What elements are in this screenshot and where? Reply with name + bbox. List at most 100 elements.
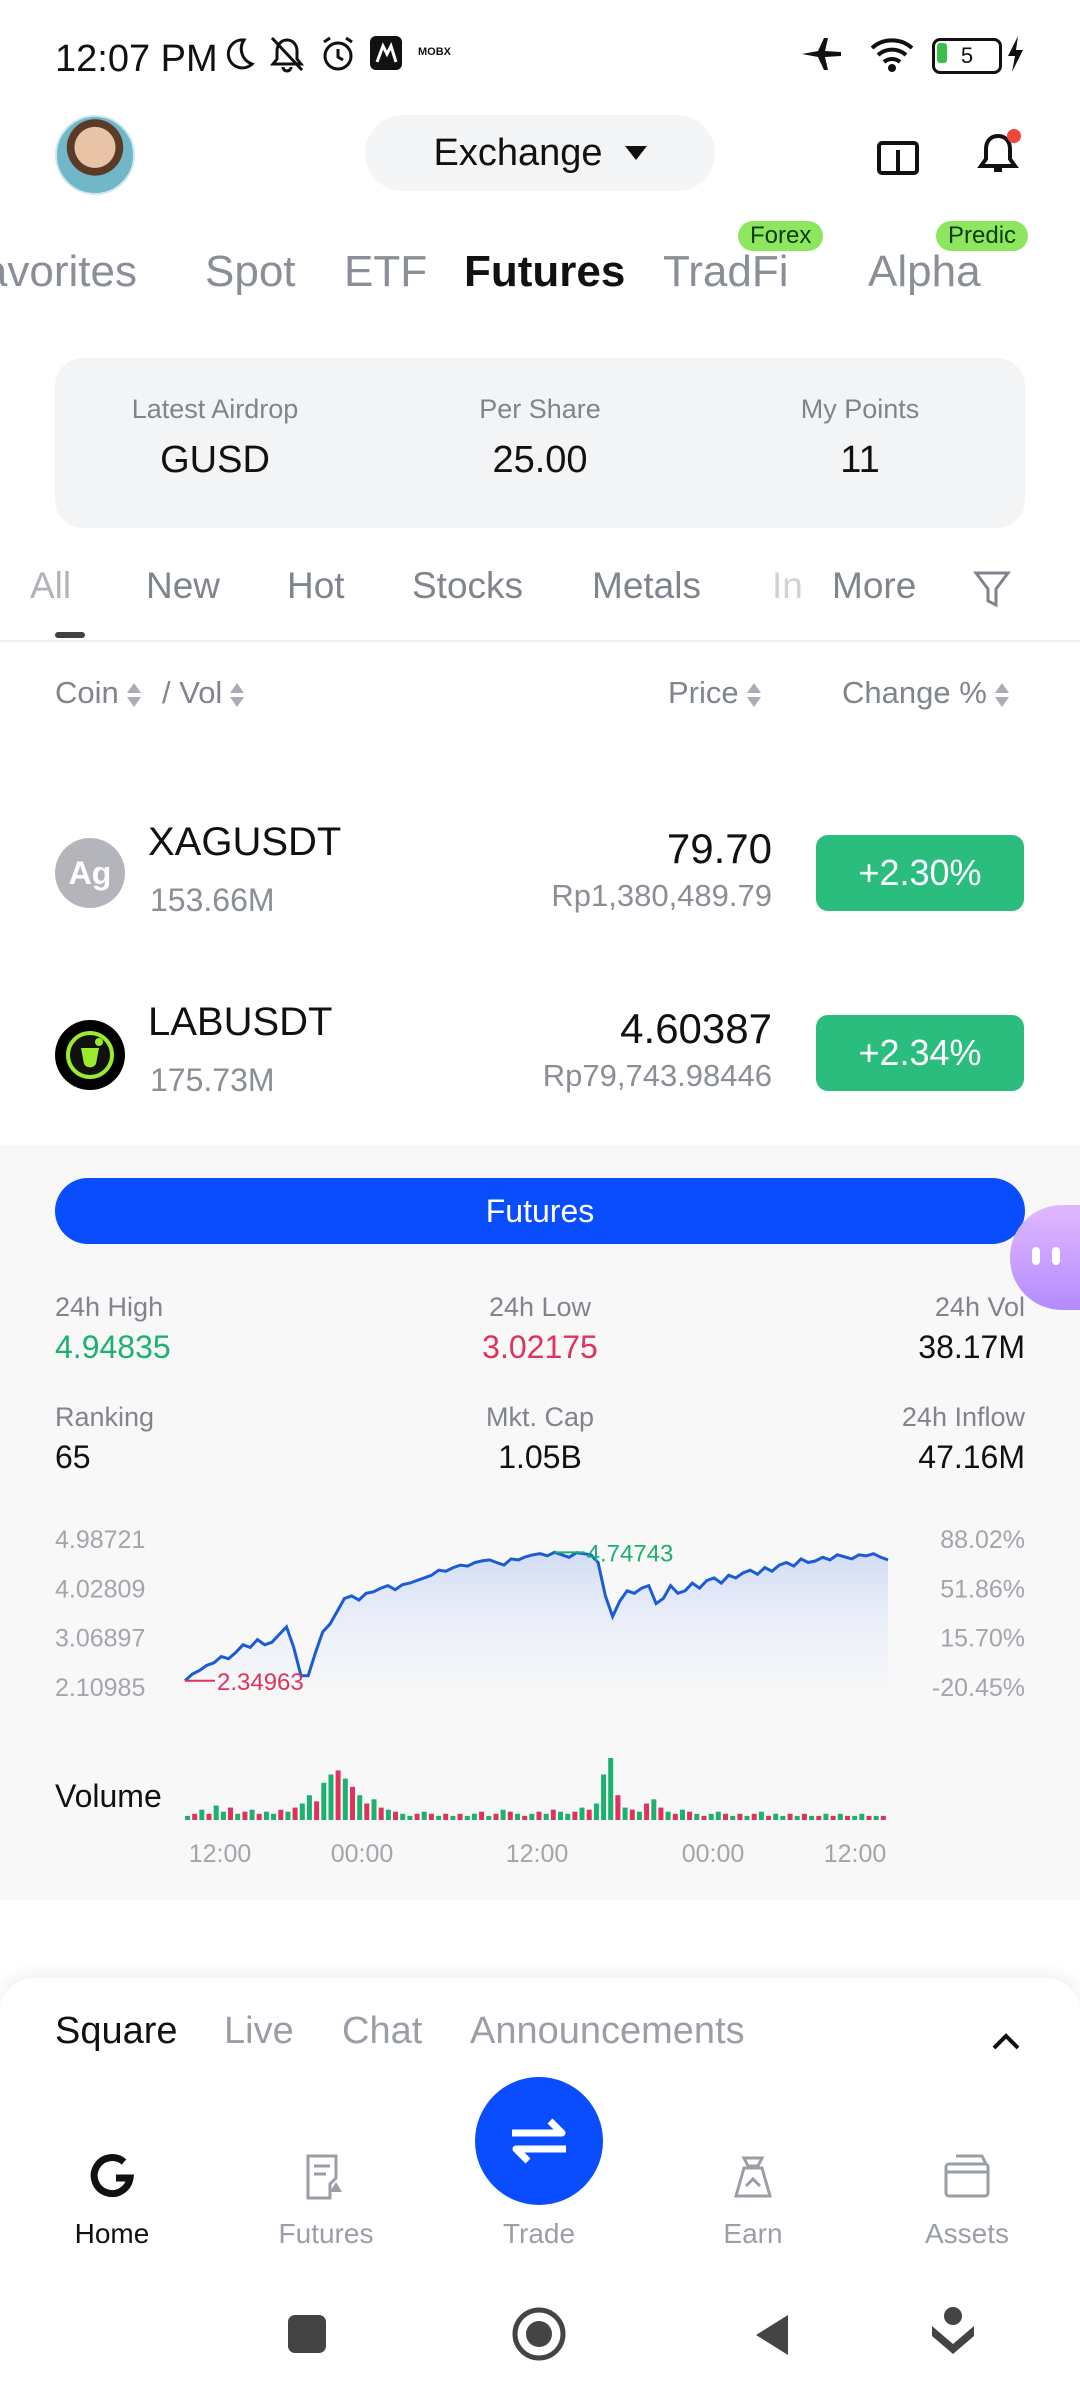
volume-bar (629, 1809, 635, 1820)
nav-futures[interactable]: Futures (246, 2218, 406, 2250)
volume-bar (751, 1813, 757, 1820)
tab-square[interactable]: Square (55, 2010, 178, 2053)
filter-icon[interactable] (972, 567, 1012, 611)
cat-more[interactable]: More (832, 565, 916, 607)
change-badge[interactable]: +2.30% (816, 835, 1024, 911)
per-share: Per Share 25.00 (380, 394, 700, 482)
airplane-icon (802, 38, 841, 70)
back-icon[interactable] (752, 2312, 792, 2358)
chevron-up-icon[interactable] (990, 2028, 1022, 2052)
change-badge[interactable]: +2.34% (816, 1015, 1024, 1091)
volume-bar (536, 1811, 542, 1820)
recent-apps-icon[interactable] (288, 2315, 326, 2353)
sort-icon (230, 680, 245, 710)
volume-bar (801, 1813, 807, 1820)
x-tick: 12:00 (189, 1840, 252, 1868)
change-column-header[interactable]: Change % (842, 675, 1009, 711)
y-tick-left: 4.02809 (55, 1575, 145, 1603)
volume-bar (572, 1811, 578, 1820)
futures-icon (306, 2154, 342, 2200)
price-chart[interactable]: 4.74743 2.34963 4.98721 4.02809 3.06897 2.109… (0, 1510, 1080, 1900)
split-screen-icon[interactable] (876, 140, 920, 176)
caret-down-icon (624, 146, 647, 160)
vol-column-header[interactable]: / Vol (162, 675, 245, 711)
tab-futures[interactable]: Futures (464, 247, 625, 297)
latest-airdrop-label: Latest Airdrop (131, 394, 299, 424)
tab-tradfi[interactable]: TradFi (663, 247, 789, 297)
volume-bar (859, 1813, 865, 1820)
volume-bar (845, 1815, 850, 1820)
volume-bar (658, 1807, 664, 1820)
y-tick-left: 4.98721 (55, 1526, 145, 1554)
cat-stocks[interactable]: Stocks (412, 565, 523, 607)
tab-announcements[interactable]: Announcements (470, 2010, 745, 2053)
volume-bar (400, 1813, 406, 1820)
tab-favorites[interactable]: Favorites (0, 247, 137, 297)
tab-scroll-indicator (55, 632, 85, 638)
stat-24h-vol: 24h Vol 38.17M (918, 1292, 1025, 1366)
price-column-header[interactable]: Price (668, 675, 761, 711)
cat-indices[interactable]: In (772, 565, 803, 607)
low-label: 24h Low (488, 1292, 592, 1322)
row-volume: 153.66M (150, 882, 275, 918)
nav-trade[interactable]: Trade (459, 2218, 619, 2250)
volume-bar (593, 1803, 599, 1820)
volume-bar (701, 1815, 707, 1820)
avatar[interactable] (55, 115, 135, 195)
volume-bar (292, 1807, 298, 1820)
low-value: 3.02175 (482, 1329, 598, 1365)
silver-coin-icon: Ag (55, 838, 125, 908)
row-volume: 175.73M (150, 1062, 275, 1098)
x-tick: 00:00 (331, 1840, 394, 1868)
exchange-selector[interactable]: Exchange (365, 115, 715, 191)
volume-bar (565, 1813, 571, 1820)
volume-bar (457, 1813, 463, 1820)
table-row[interactable]: LABUSDT 175.73M 4.60387 Rp79,743.98446 +… (0, 980, 1080, 1130)
futures-button[interactable]: Futures (55, 1178, 1025, 1244)
tab-alpha[interactable]: Alpha (868, 247, 981, 297)
cat-hot[interactable]: Hot (287, 565, 345, 607)
cat-new[interactable]: New (146, 565, 220, 607)
volume-bar (515, 1813, 520, 1820)
trade-button[interactable] (475, 2077, 603, 2205)
volume-bar (371, 1799, 377, 1820)
tab-live[interactable]: Live (224, 2010, 294, 2053)
table-row[interactable]: Ag XAGUSDT 153.66M 79.70 Rp1,380,489.79 … (0, 800, 1080, 950)
tab-spot[interactable]: Spot (205, 247, 296, 297)
sort-icon (126, 680, 141, 710)
nav-home[interactable]: Home (32, 2218, 192, 2250)
status-time: 12:07 PM (55, 38, 218, 80)
swap-icon (512, 2118, 566, 2164)
volume-bar (794, 1815, 800, 1820)
volume-bar (306, 1795, 312, 1820)
assistant-gesture-icon[interactable] (928, 2306, 978, 2358)
tab-chat[interactable]: Chat (342, 2010, 422, 2053)
coin-column-header[interactable]: Coin (55, 675, 141, 711)
volume-bar (816, 1815, 822, 1820)
forex-badge: Forex (738, 221, 824, 251)
inflow-label: 24h Inflow (901, 1402, 1025, 1432)
nav-assets[interactable]: Assets (887, 2218, 1047, 2250)
volume-bar (558, 1811, 563, 1820)
vol-header-label: / Vol (162, 675, 223, 710)
airdrop-card[interactable]: Latest Airdrop GUSD Per Share 25.00 My P… (55, 358, 1025, 528)
home-system-icon[interactable] (510, 2305, 568, 2363)
stat-ranking: Ranking 65 (55, 1402, 154, 1476)
cat-all[interactable]: All (30, 565, 71, 607)
home-icon (90, 2154, 135, 2198)
cat-metals[interactable]: Metals (592, 565, 701, 607)
nav-earn[interactable]: Earn (673, 2218, 833, 2250)
tab-etf[interactable]: ETF (344, 247, 427, 297)
volume-bar (235, 1813, 241, 1820)
volume-bar (680, 1809, 685, 1820)
volume-bar (385, 1809, 391, 1820)
latest-airdrop-value: GUSD (160, 439, 270, 481)
battery-icon: 5 (932, 38, 1002, 74)
volume-bar (493, 1813, 499, 1820)
volume-bar (464, 1815, 470, 1820)
volume-bar (342, 1778, 348, 1820)
vol-value: 38.17M (918, 1329, 1025, 1365)
volume-bar (866, 1815, 872, 1820)
bell-icon[interactable] (976, 128, 1024, 180)
stat-24h-inflow: 24h Inflow 47.16M (902, 1402, 1025, 1476)
